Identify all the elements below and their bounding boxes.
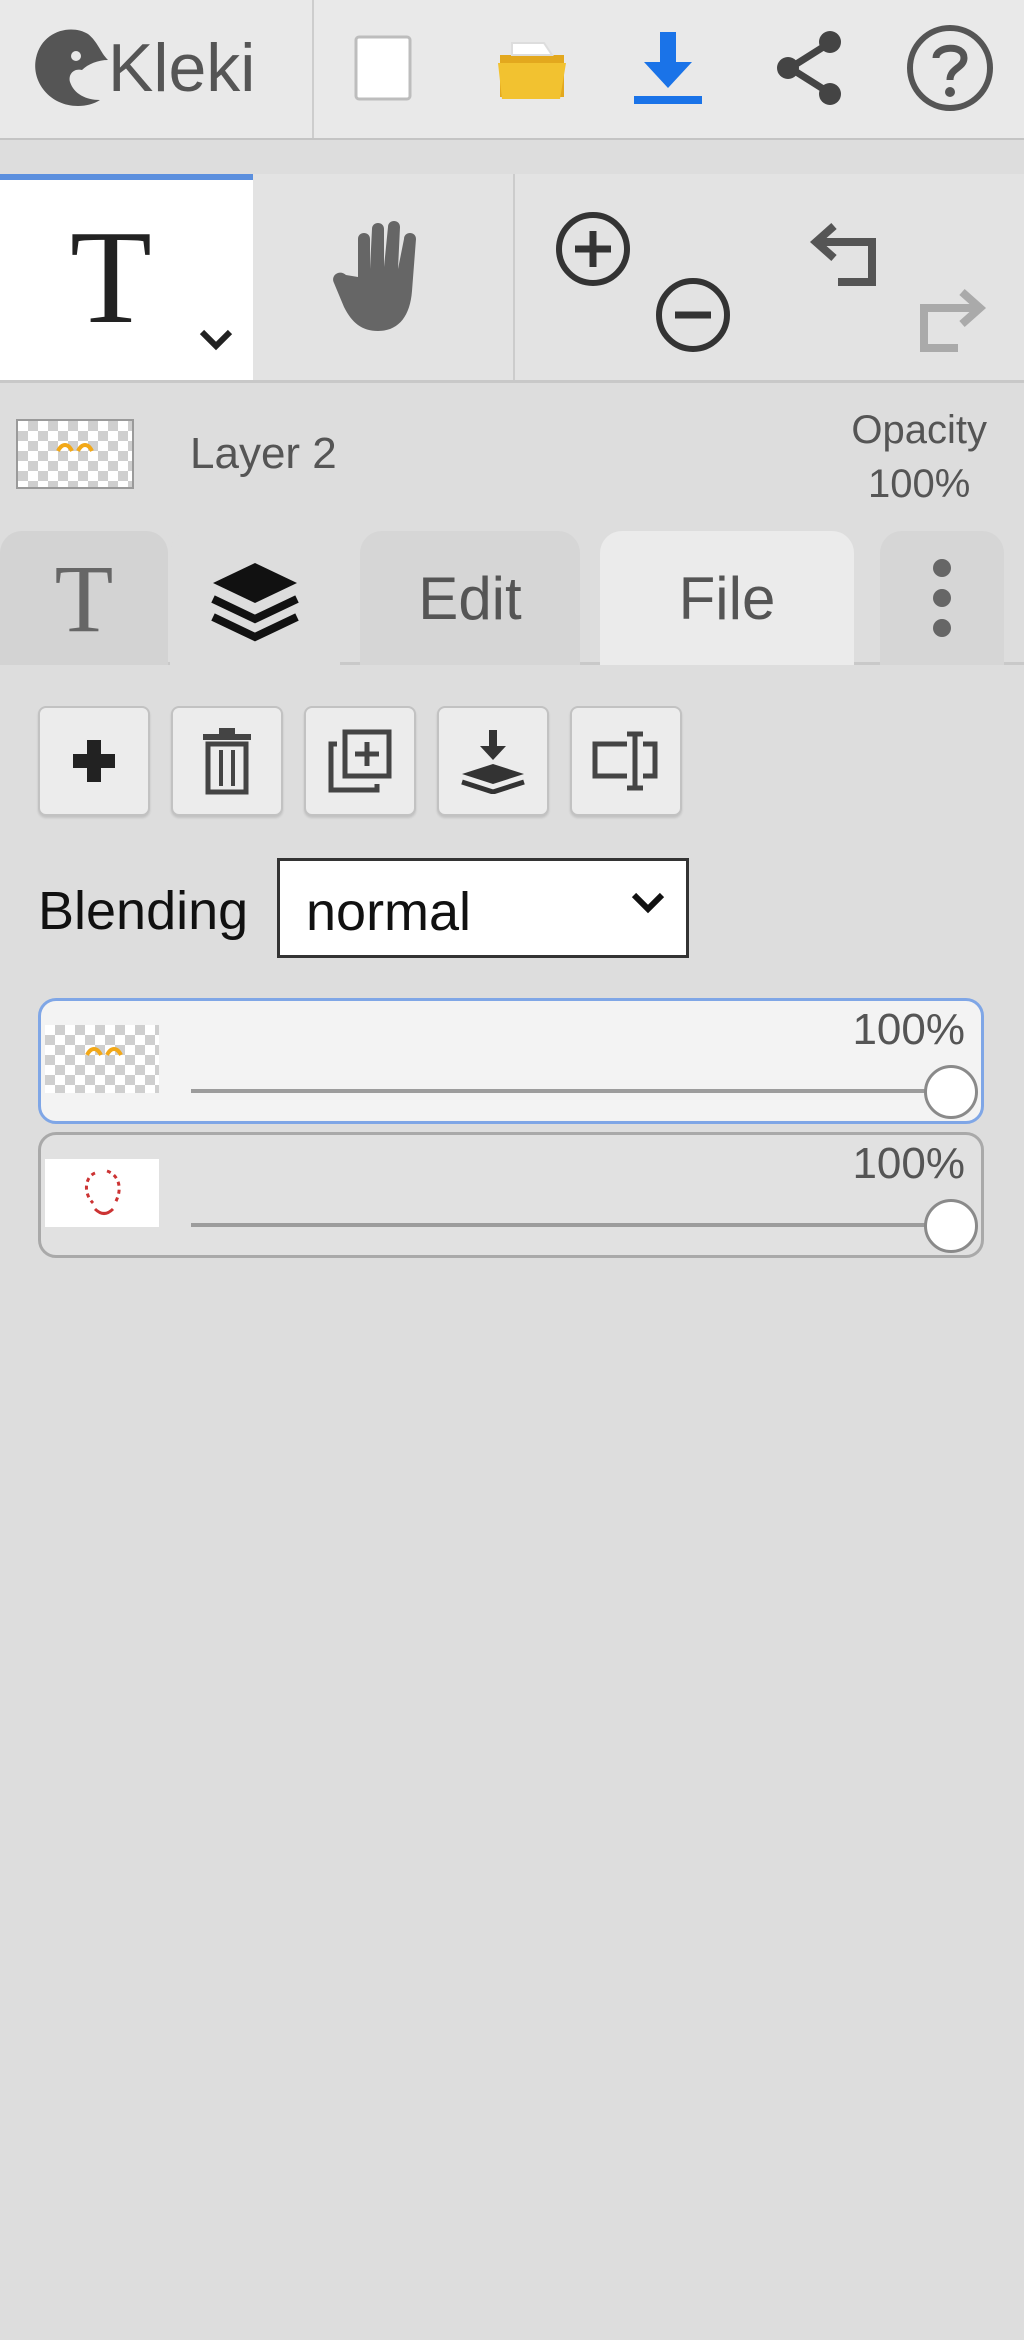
- tab-file-label: File: [678, 564, 776, 632]
- layer-opacity-slider-handle[interactable]: [924, 1065, 978, 1119]
- help-button[interactable]: [900, 18, 1000, 118]
- tab-more[interactable]: [880, 531, 1004, 665]
- help-icon: [907, 25, 993, 111]
- current-layer-name: Layer 2: [190, 429, 337, 478]
- delete-layer-button[interactable]: [171, 706, 283, 816]
- app-name: Kleki: [108, 30, 256, 106]
- tab-brush[interactable]: T: [0, 531, 168, 665]
- text-tool-button[interactable]: T: [0, 174, 253, 380]
- layers-panel: Blending normal 100% 100%: [0, 668, 1024, 2340]
- save-button[interactable]: [618, 18, 718, 118]
- layers-icon: [211, 563, 299, 642]
- redo-button[interactable]: [900, 270, 996, 366]
- tab-edit-label: Edit: [418, 564, 522, 632]
- plus-icon: [73, 740, 115, 782]
- duplicate-icon: [328, 729, 392, 793]
- topbar-divider: [312, 0, 314, 138]
- brush-tab-icon: T: [54, 544, 114, 652]
- open-folder-icon: [498, 42, 566, 99]
- opacity-value: 100%: [868, 462, 971, 506]
- merge-down-button[interactable]: [437, 706, 549, 816]
- kebab-menu-icon: [933, 559, 951, 637]
- tab-layers[interactable]: [170, 531, 340, 673]
- current-layer-strip[interactable]: Layer 2 Opacity 100%: [0, 383, 1024, 523]
- share-icon: [777, 31, 841, 105]
- panel-tabs: T Edit File: [0, 523, 1024, 673]
- share-button[interactable]: [760, 18, 860, 118]
- new-file-icon: [354, 35, 412, 101]
- rename-layer-button[interactable]: [570, 706, 682, 816]
- rename-icon: [592, 731, 658, 791]
- merge-down-icon: [461, 730, 525, 794]
- hand-icon: [333, 221, 416, 331]
- zoom-out-icon: [656, 278, 730, 352]
- layer-opacity-value: 100%: [852, 1139, 965, 1188]
- duplicate-layer-button[interactable]: [304, 706, 416, 816]
- download-icon: [634, 32, 702, 104]
- zoom-in-button[interactable]: [548, 204, 638, 294]
- app-logo[interactable]: Kleki: [28, 18, 298, 118]
- current-layer-thumbnail: [16, 419, 134, 489]
- layer-opacity-value: 100%: [852, 1005, 965, 1054]
- tool-row: T: [0, 174, 1024, 383]
- kleki-app: Kleki T Layer 2 Opacity 100% T Edit File…: [0, 0, 1024, 2340]
- layer-thumbnail: [45, 1159, 159, 1227]
- redo-icon: [920, 289, 987, 352]
- zoom-out-button[interactable]: [648, 270, 738, 360]
- undo-icon: [809, 223, 876, 286]
- new-file-button[interactable]: [334, 18, 434, 118]
- chevron-down-icon[interactable]: [198, 328, 234, 352]
- layer-item[interactable]: 100%: [38, 998, 984, 1124]
- tab-file[interactable]: File: [600, 531, 854, 665]
- top-bar: Kleki: [0, 0, 1024, 140]
- undo-button[interactable]: [800, 204, 896, 300]
- kleki-bird-logo-icon: [35, 29, 108, 107]
- open-file-button[interactable]: [484, 18, 584, 118]
- trash-icon: [203, 728, 251, 795]
- opacity-label: Opacity: [851, 408, 987, 452]
- layer-opacity-slider[interactable]: [191, 1089, 951, 1093]
- hand-tool-button[interactable]: [253, 174, 513, 380]
- blending-value: normal: [306, 882, 472, 942]
- toolrow-divider: [513, 174, 515, 380]
- add-layer-button[interactable]: [38, 706, 150, 816]
- layer-thumbnail: [45, 1025, 159, 1093]
- blending-label: Blending: [38, 881, 249, 941]
- blending-select[interactable]: normal: [277, 858, 689, 958]
- zoom-in-icon: [556, 212, 630, 286]
- text-tool-icon: T: [70, 203, 152, 351]
- layer-opacity-slider-handle[interactable]: [924, 1199, 978, 1253]
- layer-opacity-slider[interactable]: [191, 1223, 951, 1227]
- tab-edit[interactable]: Edit: [360, 531, 580, 665]
- current-layer-opacity: Opacity 100%: [851, 403, 987, 511]
- chevron-down-icon: [631, 892, 665, 914]
- layer-item[interactable]: 100%: [38, 1132, 984, 1258]
